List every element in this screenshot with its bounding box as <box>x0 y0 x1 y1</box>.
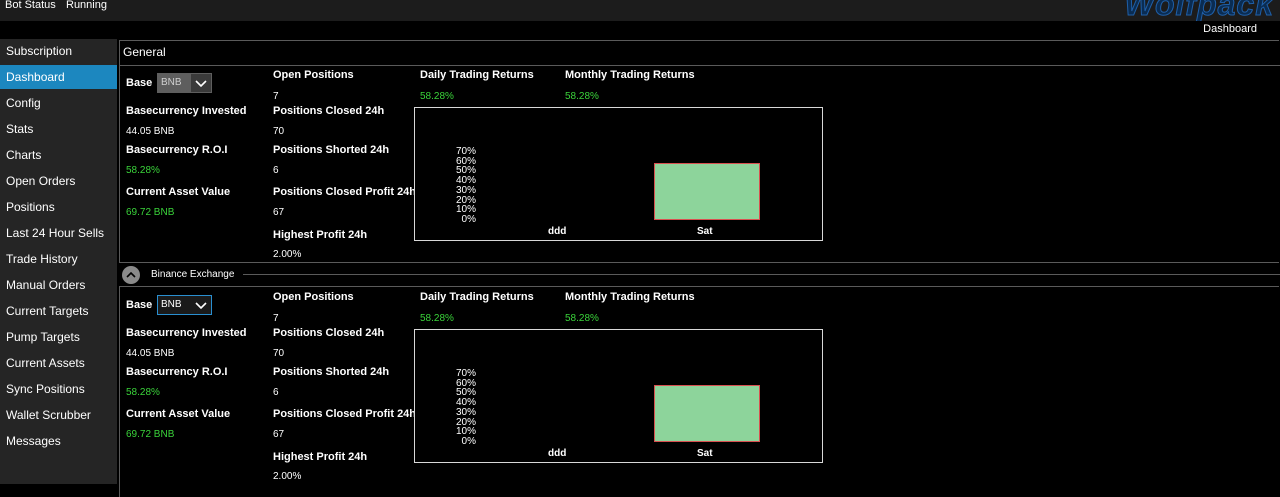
sidebar-item-manual-orders[interactable]: Manual Orders <box>0 273 117 297</box>
exchange-panel: Base BNB Basecurrency Invested 44.05 BNB Bas… <box>119 286 1280 497</box>
chevron-down-icon <box>191 296 211 314</box>
daily-returns-label: Daily Trading Returns <box>420 291 534 303</box>
positions-closed-label: Positions Closed 24h <box>273 327 385 339</box>
daily-returns-value: 58.28% <box>420 313 454 324</box>
exchange-title: Binance Exchange <box>151 269 235 280</box>
base-currency-select[interactable]: BNB <box>157 295 212 315</box>
base-label: Base <box>126 299 153 311</box>
positions-shorted-label: Positions Shorted 24h <box>273 144 390 156</box>
basecurrency-invested-value: 44.05 BNB <box>126 348 175 359</box>
sidebar-item-subscription[interactable]: Subscription <box>0 39 117 63</box>
general-header-divider <box>119 65 1280 66</box>
base-label: Base <box>126 77 153 89</box>
current-asset-value-label: Current Asset Value <box>126 186 231 198</box>
positions-closed-profit-label: Positions Closed Profit 24h <box>273 408 417 420</box>
exchange-title-rule <box>243 274 1280 275</box>
general-title: General <box>123 45 166 59</box>
page-title: Dashboard <box>1203 23 1257 35</box>
positions-closed-profit-value: 67 <box>273 429 285 440</box>
base-currency-value: BNB <box>161 299 182 310</box>
page-header: Dashboard <box>0 21 1280 39</box>
daily-returns-chart: 70% 60% 50% 40% 30% 20% 10% 0% ddd Sat <box>414 329 823 463</box>
positions-closed-value: 70 <box>273 348 285 359</box>
open-positions-label: Open Positions <box>273 291 354 303</box>
chevron-down-icon <box>191 74 211 92</box>
sidebar-item-trade-history[interactable]: Trade History <box>0 247 117 271</box>
bot-status-label: Bot Status <box>5 0 56 11</box>
sidebar: Subscription Dashboard Config Stats Charts Op… <box>0 39 117 484</box>
exchange-header: Binance Exchange <box>119 264 1280 286</box>
basecurrency-roi-label: Basecurrency R.O.I <box>126 366 228 378</box>
positions-closed-label: Positions Closed 24h <box>273 105 385 117</box>
positions-shorted-value: 6 <box>273 387 279 398</box>
positions-shorted-label: Positions Shorted 24h <box>273 366 390 378</box>
x-category-label: Sat <box>697 226 713 237</box>
basecurrency-roi-label: Basecurrency R.O.I <box>126 144 228 156</box>
sidebar-item-current-assets[interactable]: Current Assets <box>0 351 117 375</box>
sidebar-item-config[interactable]: Config <box>0 91 117 115</box>
sidebar-item-current-targets[interactable]: Current Targets <box>0 299 117 323</box>
monthly-returns-value: 58.28% <box>565 91 599 102</box>
daily-returns-value: 58.28% <box>420 91 454 102</box>
bar-sat <box>654 385 760 442</box>
base-currency-value: BNB <box>161 77 182 88</box>
x-category-label: ddd <box>548 448 567 459</box>
sidebar-item-messages[interactable]: Messages <box>0 429 117 453</box>
sidebar-item-stats[interactable]: Stats <box>0 117 117 141</box>
sidebar-item-charts[interactable]: Charts <box>0 143 117 167</box>
x-category-label: Sat <box>697 448 713 459</box>
x-category-label: ddd <box>548 226 567 237</box>
basecurrency-invested-label: Basecurrency Invested <box>126 105 247 117</box>
collapse-toggle[interactable] <box>122 266 140 284</box>
open-positions-value: 7 <box>273 313 279 324</box>
general-panel: General Base BNB Basecurrency Invested 44.0… <box>119 40 1280 263</box>
current-asset-value-label: Current Asset Value <box>126 408 231 420</box>
base-currency-select[interactable]: BNB <box>157 73 212 93</box>
highest-profit-label: Highest Profit 24h <box>273 451 368 463</box>
basecurrency-invested-value: 44.05 BNB <box>126 126 175 137</box>
highest-profit-value: 2.00% <box>273 249 302 260</box>
positions-closed-profit-label: Positions Closed Profit 24h <box>273 186 417 198</box>
sidebar-item-last-24-hour-sells[interactable]: Last 24 Hour Sells <box>0 221 117 245</box>
basecurrency-invested-label: Basecurrency Invested <box>126 327 247 339</box>
sidebar-item-sync-positions[interactable]: Sync Positions <box>0 377 117 401</box>
basecurrency-roi-value: 58.28% <box>126 387 160 398</box>
y-tick-label: 0% <box>461 436 476 447</box>
current-asset-value: 69.72 BNB <box>126 207 175 218</box>
daily-returns-label: Daily Trading Returns <box>420 69 534 81</box>
open-positions-value: 7 <box>273 91 279 102</box>
open-positions-label: Open Positions <box>273 69 354 81</box>
sidebar-item-positions[interactable]: Positions <box>0 195 117 219</box>
monthly-returns-label: Monthly Trading Returns <box>565 291 695 303</box>
top-bar: Bot Status Running Wolfpack <box>0 0 1280 23</box>
positions-shorted-value: 6 <box>273 165 279 176</box>
bot-status-value: Running <box>66 0 107 11</box>
positions-closed-value: 70 <box>273 126 285 137</box>
chevron-up-icon <box>126 271 136 278</box>
sidebar-item-open-orders[interactable]: Open Orders <box>0 169 117 193</box>
current-asset-value: 69.72 BNB <box>126 429 175 440</box>
basecurrency-roi-value: 58.28% <box>126 165 160 176</box>
positions-closed-profit-value: 67 <box>273 207 285 218</box>
bar-sat <box>654 163 760 220</box>
highest-profit-label: Highest Profit 24h <box>273 229 368 241</box>
highest-profit-value: 2.00% <box>273 471 302 482</box>
monthly-returns-value: 58.28% <box>565 313 599 324</box>
monthly-returns-label: Monthly Trading Returns <box>565 69 695 81</box>
sidebar-item-pump-targets[interactable]: Pump Targets <box>0 325 117 349</box>
wolfpack-logo: Wolfpack <box>1124 0 1274 23</box>
y-tick-label: 0% <box>461 214 476 225</box>
sidebar-item-wallet-scrubber[interactable]: Wallet Scrubber <box>0 403 117 427</box>
sidebar-item-dashboard[interactable]: Dashboard <box>0 65 117 89</box>
daily-returns-chart: 70% 60% 50% 40% 30% 20% 10% 0% ddd Sat <box>414 107 823 241</box>
